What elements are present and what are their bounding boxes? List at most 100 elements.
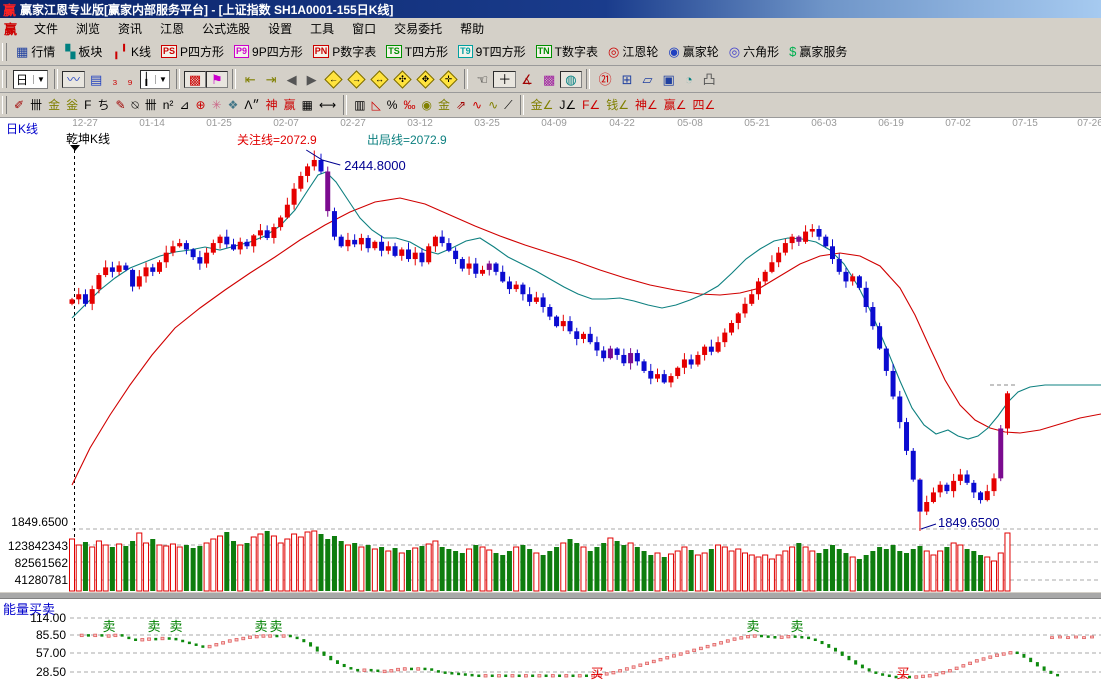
winner-wheel-button[interactable]: ◉赢家轮 (663, 41, 723, 62)
expand-all-diamond[interactable]: ✥ (416, 70, 434, 88)
kline-button[interactable]: ╻╹K线 (107, 41, 156, 62)
quotes-button[interactable]: ▦行情 (11, 41, 60, 62)
grid-star-icon[interactable]: ❖ (226, 98, 241, 112)
menu-item-3[interactable]: 资讯 (109, 20, 151, 38)
angle-a-icon[interactable]: ⊿ (177, 98, 191, 112)
star-burst-icon[interactable]: ✳ (210, 98, 224, 112)
menu-item-2[interactable]: 浏览 (67, 20, 109, 38)
price-grid-icon[interactable]: 卌 (28, 98, 44, 112)
t-square-button[interactable]: TST四方形 (381, 41, 453, 62)
gold-circle-icon[interactable]: ◉ (419, 98, 433, 112)
print-button[interactable]: 凸 (698, 71, 721, 88)
candle-style-combo[interactable]: ╽▼ (140, 70, 170, 89)
toolbar-grip[interactable] (2, 96, 7, 114)
ruler-grid-icon[interactable]: 卌 (143, 98, 159, 112)
hexagon-button[interactable]: ◎六角形 (724, 41, 784, 62)
qian-angle-icon[interactable]: 钱∠ (604, 98, 631, 112)
ying-grid-icon[interactable]: 赢 (282, 98, 298, 112)
candle-body (648, 371, 653, 379)
toolbar-grip[interactable] (2, 43, 7, 61)
t-number-button[interactable]: TNT数字表 (531, 41, 603, 62)
trend-chart-button[interactable]: 〰 (62, 71, 85, 88)
prev-bar-icon: ◀ (287, 73, 297, 86)
menu-item-4[interactable]: 江恩 (151, 20, 193, 38)
cycle-wave-icon[interactable]: ∿ (470, 98, 484, 112)
candle-body (258, 230, 263, 235)
next-bar-button[interactable]: ▶ (302, 71, 322, 88)
width-measure-icon[interactable]: ⟷ (317, 98, 338, 112)
toolbar-grip[interactable] (2, 70, 7, 88)
p-number-button[interactable]: PNP数字表 (308, 41, 382, 62)
angle-measure-button[interactable]: ∡ (516, 71, 538, 88)
j-angle-icon[interactable]: J∠ (557, 98, 578, 112)
shen-angle-icon[interactable]: 神∠ (633, 98, 660, 112)
gold-wave-icon[interactable]: ∿ (486, 98, 500, 112)
panel-splitter[interactable] (0, 592, 1101, 599)
title-bar[interactable]: 赢 赢家江恩专业版[赢家内部服务平台] - [上证指数 SH1A0001-155… (0, 0, 1101, 18)
gann-box-button[interactable]: ▩ (538, 71, 560, 88)
t9-square-button[interactable]: T99T四方形 (453, 41, 531, 62)
square-of-nine-icon[interactable]: n² (161, 98, 176, 112)
chart9-button[interactable]: ₉ (123, 71, 138, 88)
gold-grid-icon[interactable]: 金 (46, 98, 62, 112)
ying-angle-icon[interactable]: 赢∠ (662, 98, 689, 112)
percent-retrace-icon[interactable]: ◺ (370, 98, 383, 112)
candle-body (729, 323, 734, 333)
shrink-right-diamond[interactable]: → (347, 70, 365, 88)
percent-icon[interactable]: % (385, 98, 400, 112)
menu-item-1[interactable]: 文件 (25, 20, 67, 38)
crosshair-button[interactable]: ＋ (493, 71, 516, 88)
first-page-button[interactable]: ⇤ (240, 71, 261, 88)
world-time-button[interactable]: ◔ (680, 71, 698, 88)
percent-lines-icon[interactable]: ‰ (401, 98, 417, 112)
p9-square-button[interactable]: P99P四方形 (229, 41, 308, 62)
prev-bar-button[interactable]: ◀ (282, 71, 302, 88)
menu-item-5[interactable]: 公式选股 (193, 20, 259, 38)
draw-pen2-icon[interactable]: ✎ (113, 98, 127, 112)
gold-grid2-icon[interactable]: 釡 (64, 98, 80, 112)
notes-button[interactable]: ▱ (638, 71, 658, 88)
f-angle-icon[interactable]: F∠ (580, 98, 602, 112)
shen-grid-icon[interactable]: 神 (264, 98, 280, 112)
chevron-down-icon[interactable]: ▼ (33, 75, 45, 84)
target-circle-icon[interactable]: ⊕ (193, 98, 207, 112)
p-square-button[interactable]: PSP四方形 (156, 41, 229, 62)
gann-wheel-button[interactable]: ◎江恩轮 (603, 41, 663, 62)
smart-brain-button[interactable]: ◍ (560, 71, 581, 88)
menu-item-9[interactable]: 交易委托 (385, 20, 451, 38)
calendar-button[interactable]: ㉑ (594, 71, 617, 88)
gold-angle-icon[interactable]: 金∠ (529, 98, 556, 112)
save-button[interactable]: ▣ (658, 71, 680, 88)
sectors-button[interactable]: ▚板块 (60, 41, 107, 62)
bars-panel-icon[interactable]: ▥ (352, 98, 367, 112)
si-angle-icon[interactable]: 四∠ (690, 98, 717, 112)
winner-service-button[interactable]: $赢家服务 (784, 41, 852, 62)
f10-info-button[interactable]: ▤ (85, 71, 107, 88)
gann-clock-icon[interactable]: ⍉ (130, 98, 141, 112)
chart3-button[interactable]: ₃ (107, 71, 122, 88)
period-combo[interactable]: 日▼ (13, 70, 48, 89)
gold-line-icon[interactable]: 金 (436, 98, 452, 112)
compress-all-diamond[interactable]: ✣ (393, 70, 411, 88)
menu-item-6[interactable]: 设置 (259, 20, 301, 38)
speed-line-icon[interactable]: ⇗ (454, 98, 468, 112)
flag-volume-button[interactable]: ⚑ (206, 71, 228, 88)
menu-item-10[interactable]: 帮助 (451, 20, 493, 38)
expand-horizontal-diamond[interactable]: ↔ (370, 70, 388, 88)
wave-mark-icon[interactable]: Λ״ (242, 98, 261, 112)
trend-slash-icon[interactable]: ⟋ (502, 98, 514, 112)
chevron-down-icon[interactable]: ▼ (155, 75, 167, 84)
spiral-icon[interactable]: ち (95, 98, 111, 112)
hand-tool-button[interactable]: ☜ (472, 71, 494, 88)
zoom-reset-diamond[interactable]: ✛ (439, 70, 457, 88)
last-page-button[interactable]: ⇥ (261, 71, 282, 88)
volume-bar-down (325, 539, 330, 591)
shrink-left-diamond[interactable]: ← (324, 70, 342, 88)
menu-item-7[interactable]: 工具 (301, 20, 343, 38)
multi-window-button[interactable]: ▩ (184, 71, 206, 88)
fibonacci-grid-icon[interactable]: F (82, 98, 93, 112)
grid-numbers-icon[interactable]: ▦ (300, 98, 315, 112)
calculator-button[interactable]: ⊞ (617, 71, 638, 88)
draw-pen-icon[interactable]: ✐ (12, 98, 26, 112)
menu-item-8[interactable]: 窗口 (343, 20, 385, 38)
